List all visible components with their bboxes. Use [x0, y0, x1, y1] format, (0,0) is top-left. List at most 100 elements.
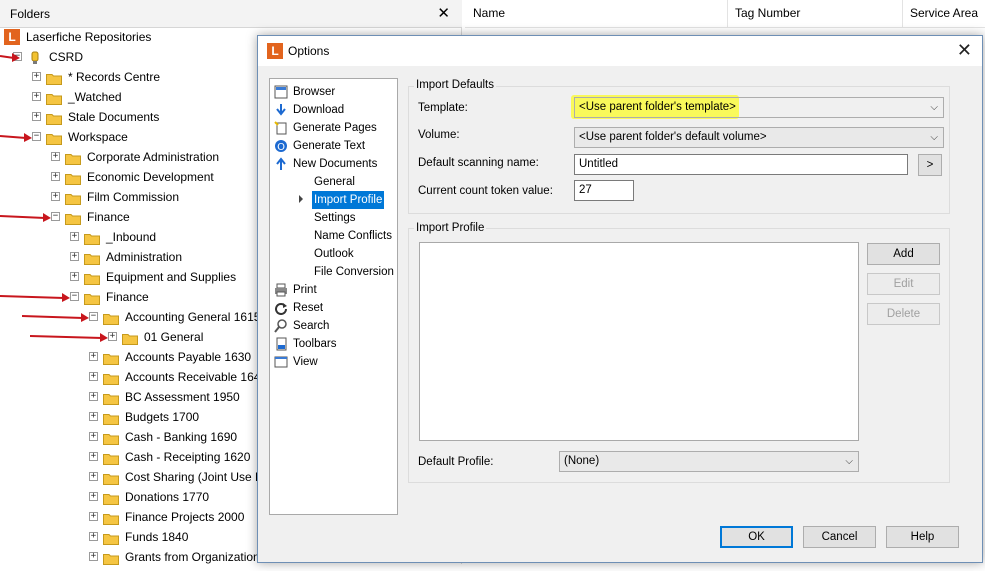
folders-header: Folders ✕ — [0, 0, 462, 28]
cancel-button[interactable]: Cancel — [803, 526, 876, 548]
delete-button[interactable]: Delete — [867, 303, 940, 325]
expand-icon[interactable]: + — [51, 152, 60, 161]
expand-icon[interactable]: + — [70, 272, 79, 281]
tree-item-label: Budgets 1700 — [125, 410, 200, 424]
expand-icon[interactable]: + — [89, 432, 98, 441]
column-header-service-area[interactable]: Service Area — [910, 6, 978, 20]
nav-item-label: Generate Pages — [293, 122, 377, 134]
toolbars-icon — [274, 337, 288, 351]
default-profile-select[interactable]: (None) ⌵ — [559, 451, 859, 472]
expand-icon[interactable]: + — [89, 392, 98, 401]
column-header-tag-number[interactable]: Tag Number — [735, 6, 800, 20]
folder-icon — [103, 311, 119, 325]
nav-subitem-settings[interactable]: Settings — [312, 209, 358, 227]
expand-icon[interactable]: + — [51, 192, 60, 201]
help-button[interactable]: Help — [886, 526, 959, 548]
dialog-title: Options — [288, 44, 330, 58]
edit-button[interactable]: Edit — [867, 273, 940, 295]
nav-subitem-general[interactable]: General — [312, 173, 357, 191]
folder-icon — [46, 91, 62, 105]
expand-icon[interactable]: + — [89, 472, 98, 481]
folder-icon — [65, 211, 81, 225]
expand-icon[interactable]: + — [32, 92, 41, 101]
folder-icon — [103, 451, 119, 465]
folder-icon — [46, 111, 62, 125]
list-header: Name Tag Number Service Area — [465, 0, 985, 28]
folder-icon — [84, 291, 100, 305]
options-category-list: Browser Download Generate Pages O Generate T… — [269, 78, 398, 515]
collapse-icon[interactable]: − — [51, 212, 60, 221]
chevron-down-icon: ⌵ — [845, 456, 853, 467]
folder-icon — [84, 271, 100, 285]
collapse-icon[interactable]: − — [32, 132, 41, 141]
volume-select[interactable]: <Use parent folder's default volume> ⌵ — [574, 127, 944, 148]
expand-icon[interactable]: + — [32, 112, 41, 121]
tree-item-label: Economic Development — [87, 170, 214, 184]
column-header-name[interactable]: Name — [473, 6, 505, 20]
nav-item-label: Search — [293, 320, 330, 332]
browser-icon — [274, 85, 288, 99]
laserfiche-icon: L — [4, 29, 20, 45]
nav-subitem-file-conversion[interactable]: File Conversion — [312, 263, 396, 281]
import-defaults-title: Import Defaults — [414, 79, 496, 91]
folder-icon — [84, 251, 100, 265]
nav-subitem-outlook[interactable]: Outlook — [312, 245, 356, 263]
collapse-icon[interactable]: − — [89, 312, 98, 321]
add-button[interactable]: Add — [867, 243, 940, 265]
tree-item-label: Finance — [87, 210, 130, 224]
folder-icon — [103, 551, 119, 565]
count-token-field[interactable]: 27 — [574, 180, 634, 201]
expand-icon[interactable]: + — [89, 372, 98, 381]
options-dialog: L Options ✕ Browser Download Generate Page… — [257, 35, 983, 563]
tree-item-label: Equipment and Supplies — [106, 270, 237, 284]
expand-icon[interactable]: + — [89, 412, 98, 421]
folder-icon — [103, 491, 119, 505]
expand-icon[interactable]: + — [70, 232, 79, 241]
red-arrow-annotation — [21, 307, 89, 327]
nav-item-label: Print — [293, 284, 317, 296]
download-icon — [274, 103, 288, 117]
expand-icon[interactable]: + — [89, 452, 98, 461]
folder-icon — [65, 151, 81, 165]
folder-icon — [103, 351, 119, 365]
nav-subitem-name-conflicts[interactable]: Name Conflicts — [312, 227, 394, 245]
expand-icon[interactable]: + — [70, 252, 79, 261]
tree-item-label: Film Commission — [87, 190, 180, 204]
nav-subitem-import-profile[interactable]: Import Profile — [312, 191, 385, 209]
expand-icon[interactable]: + — [89, 552, 98, 561]
template-select[interactable]: <Use parent folder's template> ⌵ — [574, 97, 944, 118]
token-browse-button[interactable]: > — [918, 154, 942, 176]
red-arrow-annotation — [0, 127, 32, 147]
collapse-icon[interactable]: − — [70, 292, 79, 301]
template-select-value: <Use parent folder's template> — [579, 101, 736, 113]
close-icon[interactable]: ✕ — [957, 40, 972, 61]
dialog-titlebar[interactable]: L Options ✕ — [258, 36, 982, 66]
chevron-right-icon[interactable] — [299, 195, 303, 203]
tree-item-label: Administration — [106, 250, 183, 264]
column-separator[interactable] — [727, 0, 728, 28]
folder-icon — [103, 471, 119, 485]
scanning-name-field[interactable]: Untitled — [574, 154, 908, 175]
tree-item-label: * Records Centre — [68, 70, 161, 84]
folders-close-icon[interactable]: ✕ — [437, 4, 450, 22]
repository-icon — [27, 51, 43, 64]
tree-item-label: Accounting General 1615 — [125, 310, 261, 324]
tree-item-label: _Inbound — [106, 230, 157, 244]
red-arrow-annotation — [0, 47, 20, 67]
expand-icon[interactable]: + — [108, 332, 117, 341]
red-arrow-annotation — [0, 287, 70, 307]
expand-icon[interactable]: + — [32, 72, 41, 81]
expand-icon[interactable]: + — [89, 352, 98, 361]
column-separator[interactable] — [902, 0, 903, 28]
expand-icon[interactable]: + — [89, 512, 98, 521]
chevron-down-icon: ⌵ — [930, 102, 938, 113]
folder-icon — [103, 431, 119, 445]
ok-button[interactable]: OK — [720, 526, 793, 548]
folder-icon — [65, 171, 81, 185]
expand-icon[interactable]: + — [89, 492, 98, 501]
import-profile-list[interactable] — [419, 242, 859, 441]
expand-icon[interactable]: + — [89, 532, 98, 541]
volume-select-value: <Use parent folder's default volume> — [579, 131, 767, 143]
expand-icon[interactable]: + — [51, 172, 60, 181]
tree-item-label: Grants from Organizations — [125, 550, 266, 564]
